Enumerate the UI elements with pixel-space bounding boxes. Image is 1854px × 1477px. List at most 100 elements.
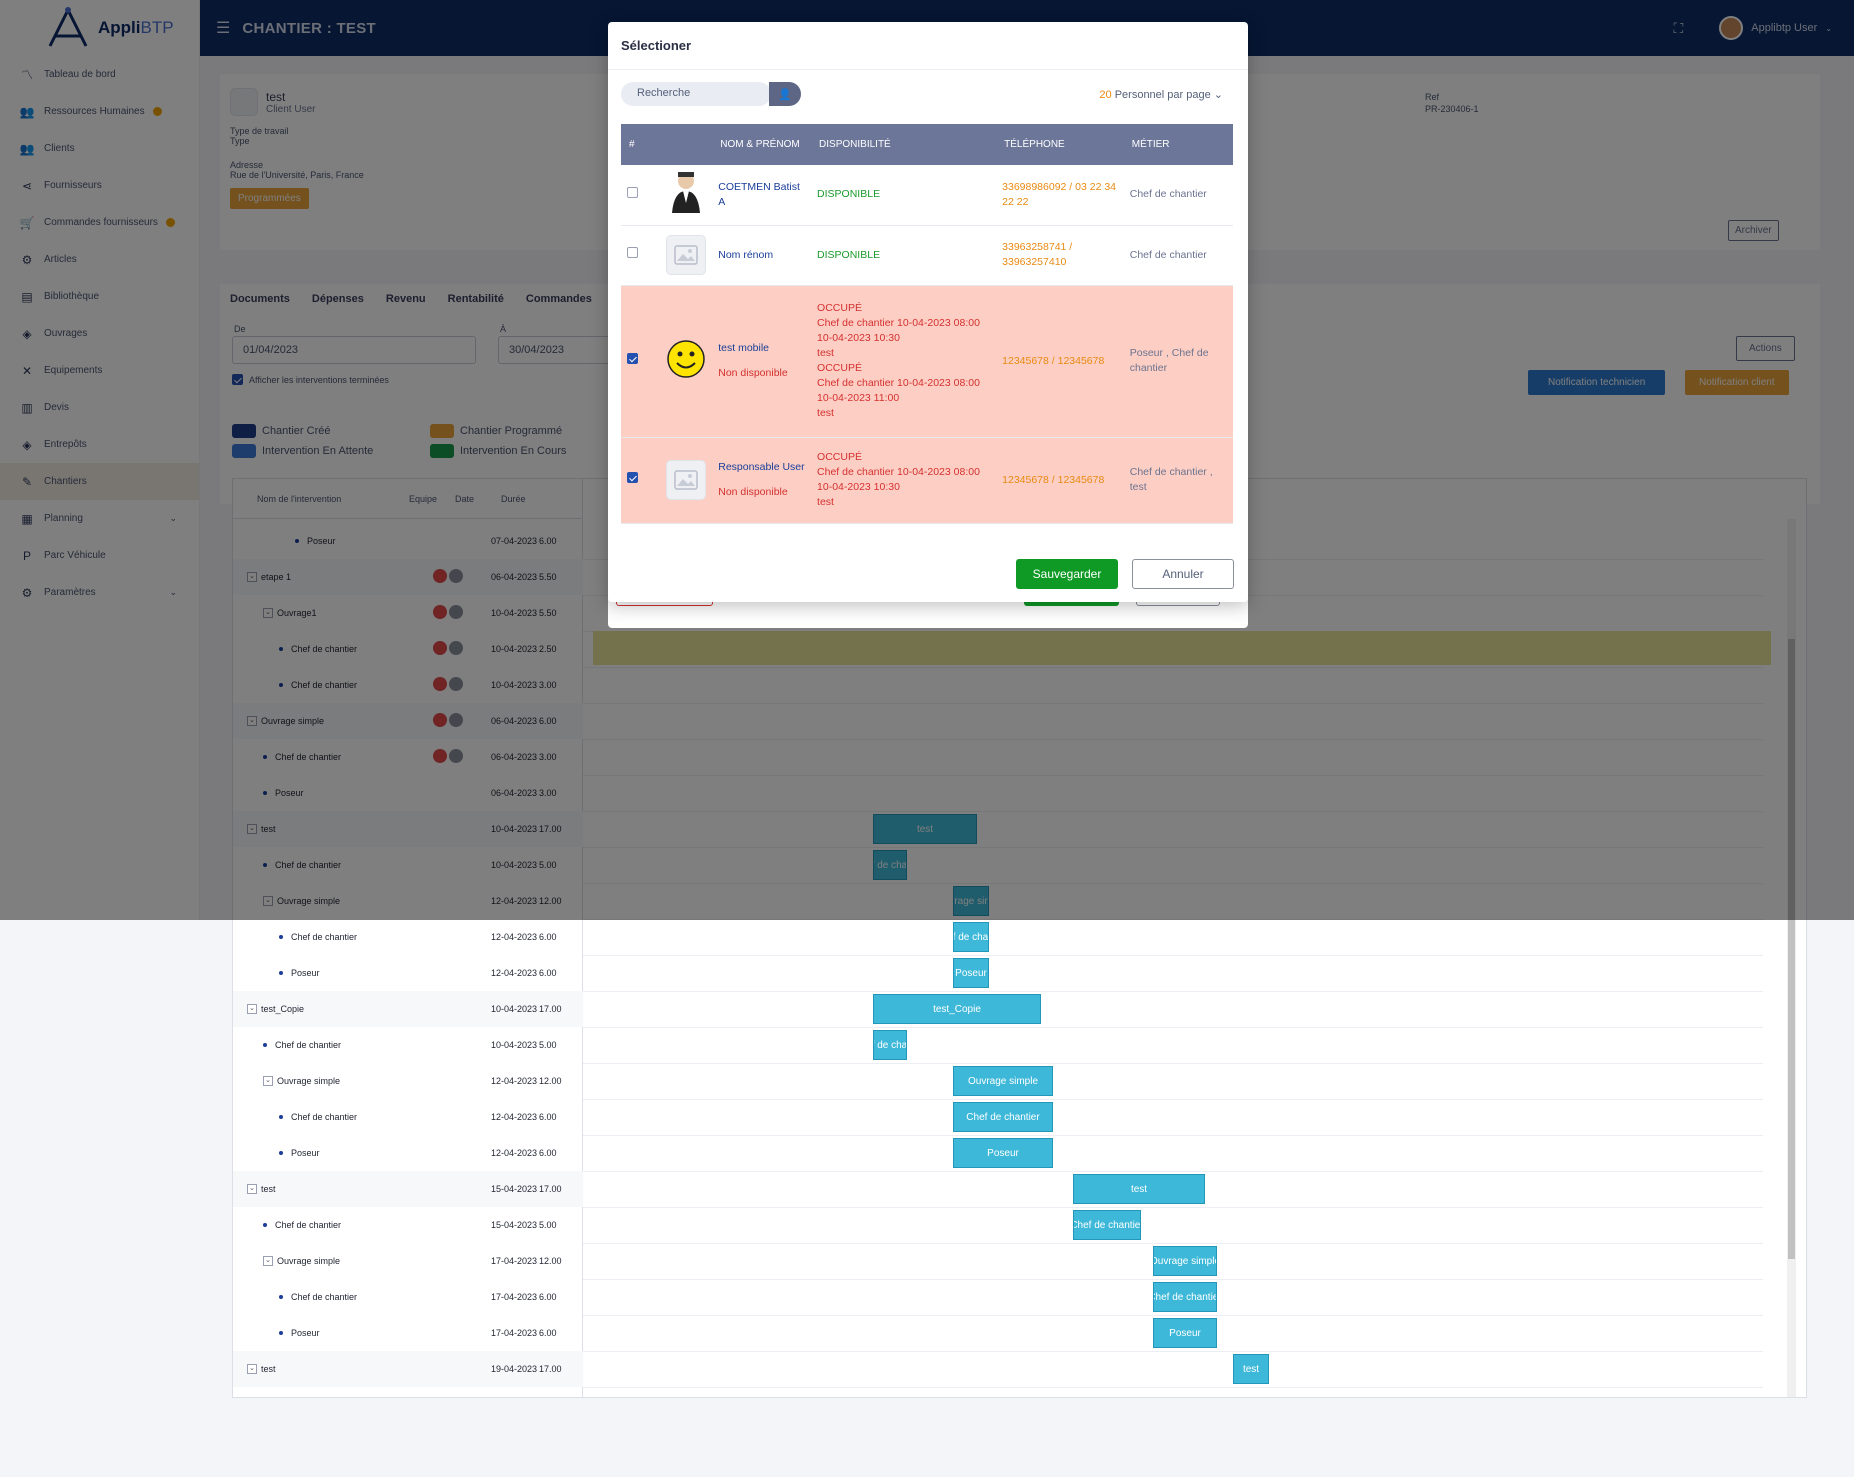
gantt-row[interactable]: ⌄ Ouvrage simple 17-04-2023 12.00 <box>233 1243 583 1279</box>
availability-status: DISPONIBLE <box>817 248 881 261</box>
gantt-row[interactable]: ⌄ test_Copie 10-04-2023 17.00 <box>233 991 583 1027</box>
task-date: 15-04-2023 <box>491 1184 538 1194</box>
occupation-line: test <box>817 496 834 508</box>
phone-number: 12345678 / 12345678 <box>1002 354 1105 367</box>
task-date: 12-04-2023 <box>491 968 538 978</box>
gantt-bar[interactable]: Poseur <box>1153 1318 1217 1348</box>
per-page-text: Personnel par page <box>1114 89 1211 101</box>
gantt-bar[interactable]: test <box>1233 1354 1269 1384</box>
gantt-row[interactable]: ⌄ test 15-04-2023 17.00 <box>233 1171 583 1207</box>
person-name: test mobile <box>718 342 770 354</box>
gantt-bar[interactable]: Chef de chantier <box>1153 1282 1217 1312</box>
gantt-row-line <box>583 1207 1763 1208</box>
search-input[interactable]: Recherche <box>621 82 771 106</box>
task-name: Chef de chantier <box>275 1040 342 1050</box>
gantt-bar[interactable]: test_Copie <box>873 994 1041 1024</box>
task-name: Poseur <box>291 1148 320 1158</box>
task-date: 12-04-2023 <box>491 932 538 942</box>
gantt-row-line <box>583 1063 1763 1064</box>
task-duration: 12.00 <box>539 1076 562 1086</box>
task-duration: 5.00 <box>539 1220 557 1230</box>
select-personnel-modal: Sélectioner Recherche 👤 20 Personnel par… <box>608 22 1248 602</box>
gantt-bar[interactable]: Ouvrage simple <box>1153 1246 1217 1276</box>
table-row[interactable]: Responsable User Non disponible OCCUPÉ Chef… <box>621 437 1233 524</box>
bullet-icon <box>279 1115 283 1119</box>
availability-status: DISPONIBLE <box>817 188 881 201</box>
gantt-row-line <box>583 1279 1763 1280</box>
table-header <box>660 124 713 165</box>
select-checkbox[interactable] <box>627 186 638 198</box>
gantt-row[interactable]: Chef de chantier 12-04-2023 6.00 <box>233 919 583 955</box>
task-date: 17-04-2023 <box>491 1256 538 1266</box>
gantt-row[interactable]: ⌄ test 19-04-2023 17.00 <box>233 1351 583 1387</box>
task-duration: 6.00 <box>539 1148 557 1158</box>
unavailable-status: Non disponible <box>718 486 788 498</box>
gantt-row[interactable]: Chef de chantier 15-04-2023 5.00 <box>233 1207 583 1243</box>
unavailable-status: Non disponible <box>718 367 788 379</box>
phone-number: 33698986092 / 03 22 34 22 22 <box>1002 180 1116 208</box>
gantt-bar[interactable]: Chef de chantier <box>953 1102 1053 1132</box>
task-date: 15-04-2023 <box>491 1220 538 1230</box>
gantt-row-line <box>583 1351 1763 1352</box>
gantt-row-line <box>583 1171 1763 1172</box>
select-checkbox[interactable] <box>627 472 638 483</box>
task-name: test_Copie <box>261 1004 305 1014</box>
table-row[interactable]: Nom rénom DISPONIBLE 33963258741 / 3396325… <box>621 225 1233 286</box>
cancel-button[interactable]: Annuler <box>1132 559 1234 589</box>
gantt-bar[interactable]: Ouvrage simple <box>953 1066 1053 1096</box>
gantt-row-line <box>583 1099 1763 1100</box>
task-name: Chef de chantier <box>291 1292 358 1302</box>
gantt-bar[interactable]: test <box>1073 1174 1205 1204</box>
gantt-bar[interactable]: Chef de chantier <box>873 1030 907 1060</box>
task-date: 12-04-2023 <box>491 1148 538 1158</box>
gantt-bar[interactable]: Chef de chantier <box>953 922 989 952</box>
task-duration: 6.00 <box>539 1292 557 1302</box>
modal-title: Sélectioner <box>608 22 1248 70</box>
gantt-bar[interactable]: Chef de chantier <box>1073 1210 1141 1240</box>
placeholder-image <box>666 460 707 500</box>
collapse-toggle-icon[interactable]: ⌄ <box>247 1184 257 1194</box>
phone-number: 12345678 / 12345678 <box>1002 473 1105 486</box>
per-page-count: 20 <box>1099 89 1112 101</box>
task-name: Poseur <box>291 968 320 978</box>
task-duration: 17.00 <box>539 1184 562 1194</box>
per-page-select[interactable]: 20 Personnel par page ⌄ <box>1099 88 1223 101</box>
save-button[interactable]: Sauvegarder <box>1016 559 1118 589</box>
task-name: Ouvrage simple <box>277 1076 341 1086</box>
task-date: 10-04-2023 <box>491 1040 538 1050</box>
bullet-icon <box>263 1223 267 1227</box>
occupation-line: OCCUPÉ <box>817 451 862 463</box>
select-checkbox[interactable] <box>627 247 638 258</box>
task-date: 10-04-2023 <box>491 1004 538 1014</box>
gantt-row[interactable]: Poseur 12-04-2023 6.00 <box>233 955 583 991</box>
table-row[interactable]: COETMEN Batist A DISPONIBLE 33698986092 / … <box>621 165 1233 226</box>
collapse-toggle-icon[interactable]: ⌄ <box>263 1076 273 1086</box>
select-checkbox[interactable] <box>627 353 638 364</box>
smiley-avatar <box>667 339 705 378</box>
table-row[interactable]: test mobile Non disponible OCCUPÉ Chef de c… <box>621 285 1233 438</box>
collapse-toggle-icon[interactable]: ⌄ <box>247 1004 257 1014</box>
gantt-row[interactable]: Chef de chantier 12-04-2023 6.00 <box>233 1099 583 1135</box>
bullet-icon <box>279 1295 283 1299</box>
gantt-row[interactable]: Chef de chantier 17-04-2023 6.00 <box>233 1279 583 1315</box>
occupation-line: test <box>817 347 834 359</box>
phone-number: 33963258741 / 33963257410 <box>1002 241 1073 268</box>
gantt-bar[interactable]: Poseur <box>953 958 989 988</box>
gantt-row[interactable]: Poseur 12-04-2023 6.00 <box>233 1135 583 1171</box>
occupation-line: Chef de chantier 10-04-2023 08:00 10-04-… <box>817 377 980 404</box>
search-user-button[interactable]: 👤 <box>769 82 801 106</box>
task-name: Chef de chantier <box>275 1220 342 1230</box>
gantt-row[interactable]: Chef de chantier 10-04-20235.00 <box>233 1027 583 1063</box>
gantt-bar[interactable]: Poseur <box>953 1138 1053 1168</box>
gantt-row-line <box>583 991 1763 992</box>
occupation-line: test <box>817 407 834 419</box>
gantt-row[interactable]: ⌄ Ouvrage simple 12-04-202312.00 <box>233 1063 583 1099</box>
occupation-line: Chef de chantier 10-04-2023 08:00 10-04-… <box>817 317 980 344</box>
collapse-toggle-icon[interactable]: ⌄ <box>263 1256 273 1266</box>
collapse-toggle-icon[interactable]: ⌄ <box>247 1364 257 1374</box>
occupation-line: OCCUPÉ <box>817 362 862 374</box>
gantt-row-line <box>583 1387 1763 1388</box>
task-date: 17-04-2023 <box>491 1292 538 1302</box>
gantt-row[interactable]: Poseur 17-04-2023 6.00 <box>233 1315 583 1351</box>
gantt-row-line <box>583 1243 1763 1244</box>
